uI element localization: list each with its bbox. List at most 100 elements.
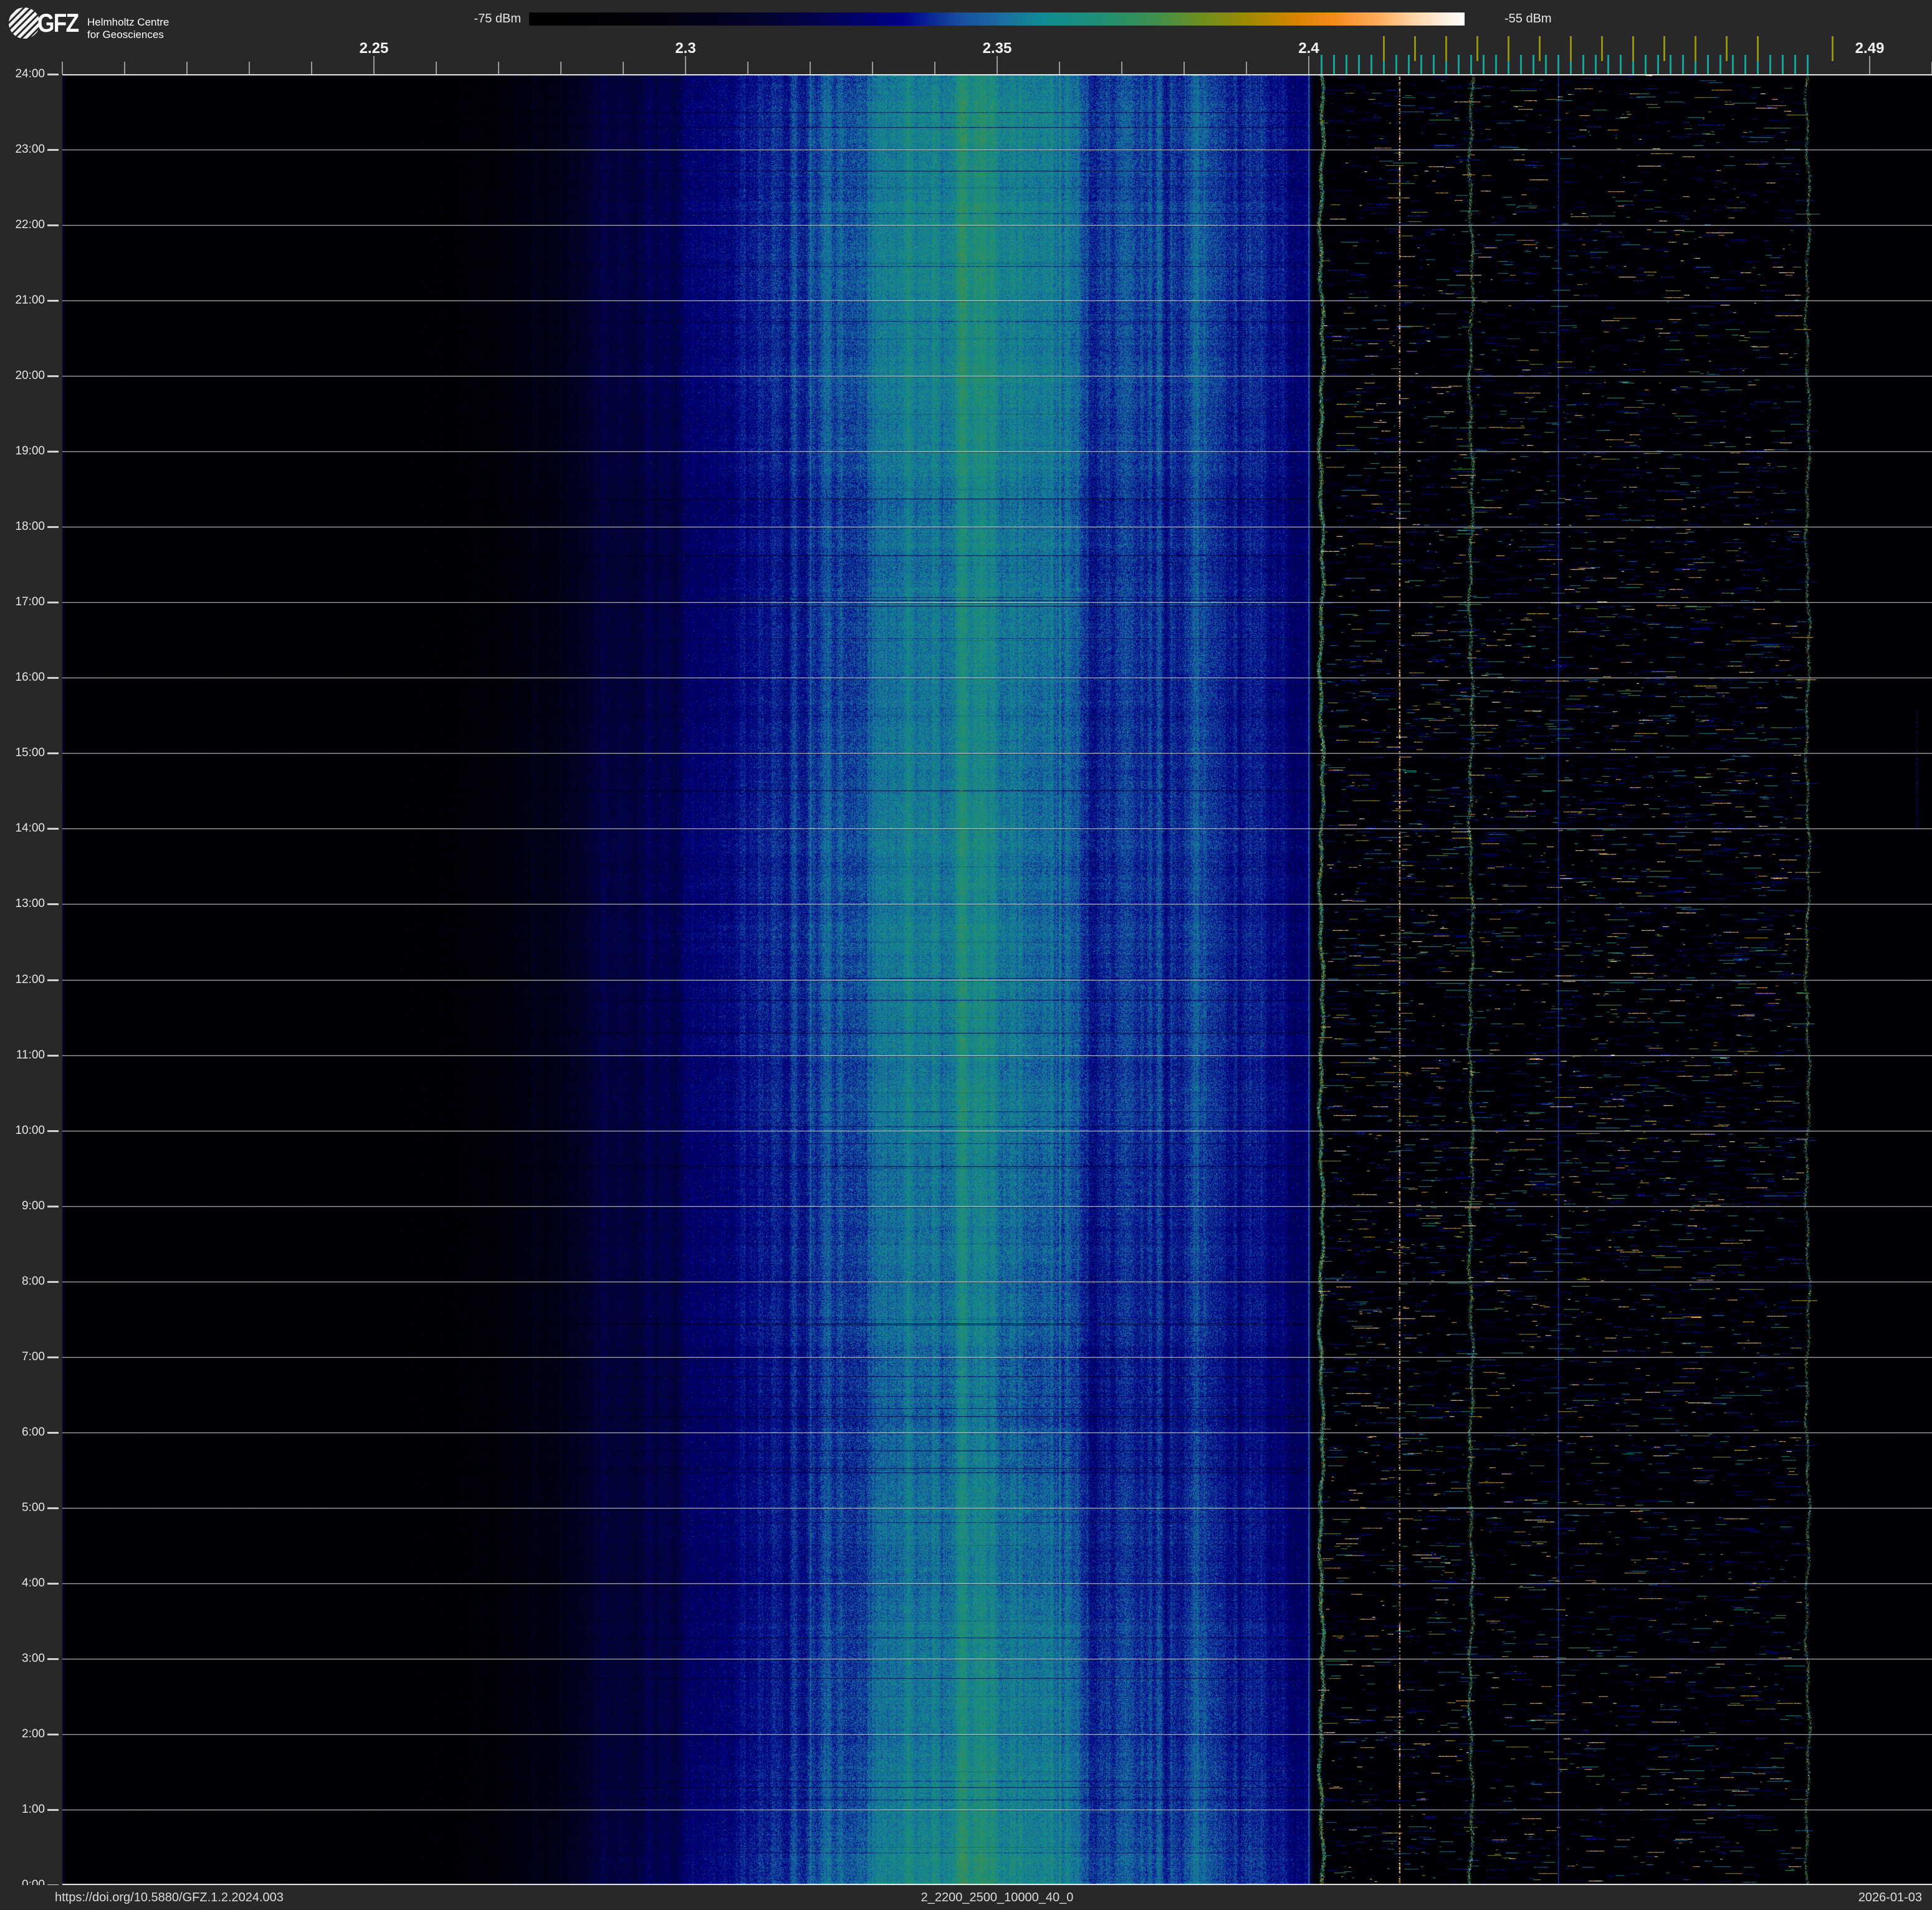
freq-tick-label: 2.35	[983, 40, 1012, 57]
bluetooth-channel-tick	[1557, 55, 1559, 74]
freq-minor-tick	[747, 62, 748, 74]
freq-minor-tick	[1184, 62, 1185, 74]
freq-minor-tick	[62, 62, 63, 74]
wifi-channel-tick	[1539, 36, 1541, 61]
bluetooth-channel-tick	[1495, 55, 1497, 74]
hour-label: 16:00	[1, 671, 45, 684]
bluetooth-channel-tick	[1545, 55, 1547, 74]
hour-tick	[47, 1356, 59, 1358]
freq-tick-label: 2.4	[1298, 40, 1319, 57]
freq-tick-label: 2.25	[360, 40, 389, 57]
hour-tick	[47, 1507, 59, 1509]
bluetooth-channel-tick	[1321, 55, 1322, 74]
brand-subtitle-line1: Helmholtz Centre	[87, 16, 169, 29]
bluetooth-channel-tick	[1433, 55, 1435, 74]
freq-major-tick	[997, 56, 998, 74]
wifi-channel-tick	[1508, 36, 1509, 61]
freq-minor-tick	[186, 62, 188, 74]
wifi-channel-tick	[1476, 36, 1478, 61]
brand-logo-text: GFZ	[37, 8, 79, 38]
bluetooth-channel-tick	[1358, 55, 1360, 74]
hour-tick	[47, 903, 59, 905]
freq-minor-tick	[249, 62, 250, 74]
hour-label: 2:00	[1, 1728, 45, 1740]
bluetooth-channel-tick	[1420, 55, 1422, 74]
wifi-channel-tick	[1632, 36, 1634, 61]
hour-tick	[47, 451, 59, 453]
freq-tick-label: 2.3	[675, 40, 696, 57]
colorbar-max-label: -55 dBm	[1504, 12, 1552, 26]
hour-tick	[47, 1809, 59, 1811]
freq-minor-tick	[623, 62, 624, 74]
bluetooth-channel-tick	[1582, 55, 1584, 74]
hour-label: 22:00	[1, 219, 45, 231]
bluetooth-channel-tick	[1533, 55, 1534, 74]
bluetooth-channel-tick	[1395, 55, 1397, 74]
hour-label: 24:00	[1, 68, 45, 80]
bluetooth-channel-tick	[1707, 55, 1709, 74]
freq-major-tick	[373, 56, 375, 74]
hour-label: 13:00	[1, 898, 45, 910]
bluetooth-channel-tick	[1794, 55, 1796, 74]
hour-label: 6:00	[1, 1426, 45, 1439]
bluetooth-channel-tick	[1408, 55, 1410, 74]
date-label: 2026-01-03	[1858, 1885, 1922, 1910]
hour-tick	[47, 752, 59, 754]
hour-label: 10:00	[1, 1125, 45, 1137]
hour-label: 21:00	[1, 294, 45, 307]
hour-label: 18:00	[1, 521, 45, 533]
hour-tick	[47, 224, 59, 226]
bluetooth-channel-tick	[1346, 55, 1347, 74]
freq-minor-tick	[560, 62, 562, 74]
brand-subtitle: Helmholtz Centre for Geosciences	[87, 16, 169, 41]
wifi-channel-tick	[1726, 36, 1728, 61]
wifi-channel-tick	[1832, 36, 1834, 61]
hour-label: 23:00	[1, 143, 45, 156]
freq-minor-tick	[311, 62, 312, 74]
freq-minor-tick	[872, 62, 873, 74]
hour-tick	[47, 677, 59, 679]
freq-tick-label: 2.49	[1855, 40, 1885, 57]
freq-minor-tick	[498, 62, 499, 74]
hour-tick	[47, 1583, 59, 1585]
wifi-channel-tick	[1445, 36, 1447, 61]
bluetooth-channel-tick	[1732, 55, 1734, 74]
hour-tick	[47, 1658, 59, 1660]
bluetooth-channel-tick	[1744, 55, 1746, 74]
bluetooth-channel-tick	[1782, 55, 1784, 74]
hour-tick	[47, 828, 59, 830]
hour-tick	[47, 149, 59, 151]
hour-tick	[47, 1206, 59, 1207]
gfz-globe-icon	[9, 7, 40, 39]
hour-label: 11:00	[1, 1049, 45, 1062]
colorbar-min-label: -75 dBm	[390, 12, 521, 26]
bluetooth-channel-tick	[1595, 55, 1597, 74]
freq-minor-tick	[436, 62, 437, 74]
hour-tick	[47, 1432, 59, 1434]
bluetooth-channel-tick	[1620, 55, 1622, 74]
hour-tick	[47, 375, 59, 377]
wifi-channel-tick	[1601, 36, 1603, 61]
wifi-channel-tick	[1383, 36, 1385, 61]
bluetooth-channel-tick	[1670, 55, 1671, 74]
bluetooth-channel-tick	[1719, 55, 1721, 74]
hour-label: 12:00	[1, 974, 45, 986]
bluetooth-channel-tick	[1807, 55, 1809, 74]
freq-minor-tick	[1246, 62, 1247, 74]
doi-link[interactable]: https://doi.org/10.5880/GFZ.1.2.2024.003	[55, 1885, 284, 1910]
hour-label: 1:00	[1, 1803, 45, 1816]
freq-minor-tick	[810, 62, 811, 74]
hour-label: 20:00	[1, 370, 45, 382]
hour-tick	[47, 300, 59, 302]
hour-tick	[47, 979, 59, 981]
hour-label: 4:00	[1, 1577, 45, 1590]
freq-minor-tick	[1121, 62, 1122, 74]
bluetooth-channel-tick	[1470, 55, 1472, 74]
hour-label: 17:00	[1, 596, 45, 608]
freq-minor-tick	[1059, 62, 1060, 74]
hour-label: 14:00	[1, 822, 45, 835]
hour-tick	[47, 1734, 59, 1735]
freq-minor-tick	[124, 62, 125, 74]
brand-subtitle-line2: for Geosciences	[87, 29, 169, 41]
bluetooth-channel-tick	[1520, 55, 1522, 74]
